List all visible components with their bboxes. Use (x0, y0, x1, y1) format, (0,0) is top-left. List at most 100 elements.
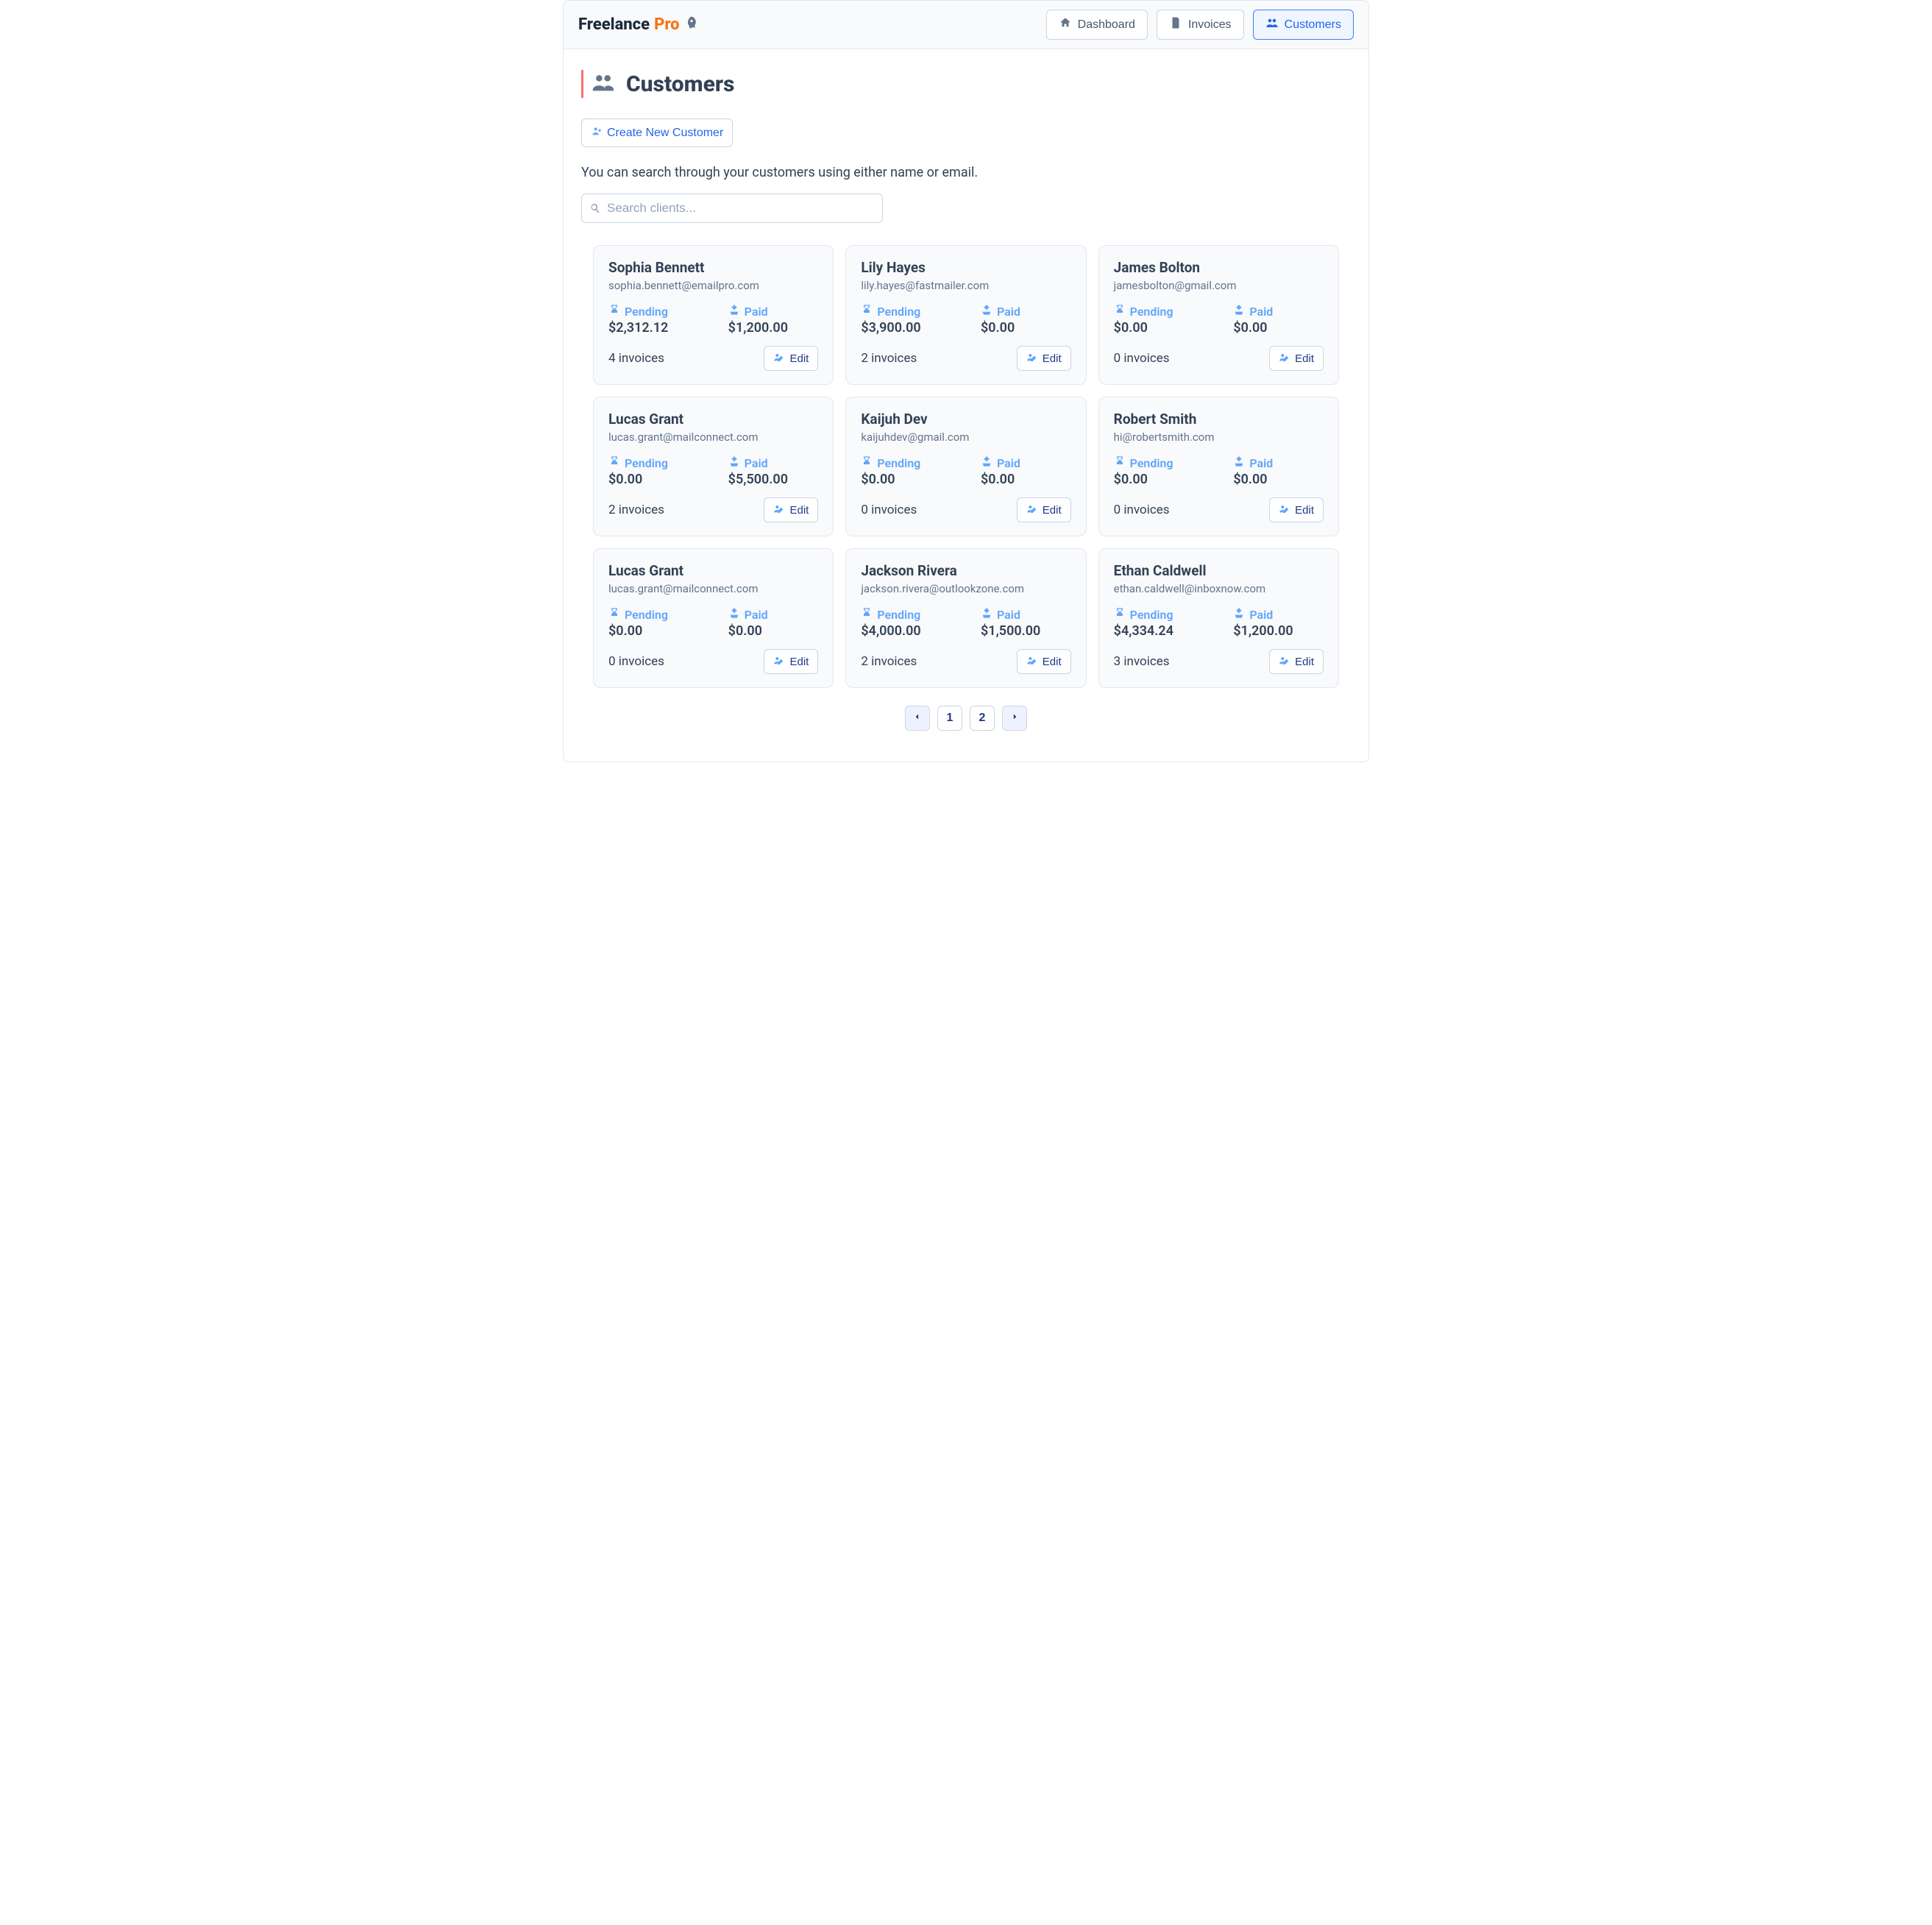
paid-stat: Paid $5,500.00 (728, 455, 819, 487)
customer-stats: Pending $0.00 Paid $0.00 (608, 607, 818, 639)
paid-label: Paid (728, 455, 819, 470)
pending-label: Pending (861, 607, 951, 622)
paid-stat: Paid $1,500.00 (981, 607, 1071, 639)
nav-buttons: Dashboard Invoices Customers (1046, 10, 1354, 40)
pending-stat: Pending $0.00 (1114, 455, 1204, 487)
help-text: You can search through your customers us… (581, 165, 1351, 180)
arrow-right-icon (1009, 712, 1020, 726)
paid-stat: Paid $0.00 (728, 607, 819, 639)
paid-label: Paid (728, 304, 819, 319)
customer-name: Robert Smith (1114, 411, 1324, 428)
invoice-count: 0 invoices (1114, 503, 1170, 517)
pending-value: $0.00 (1114, 472, 1204, 487)
pending-label: Pending (608, 607, 699, 622)
edit-label: Edit (789, 352, 809, 365)
nav-customers[interactable]: Customers (1253, 10, 1354, 40)
users-group-icon (591, 70, 616, 98)
edit-customer-button[interactable]: Edit (1017, 346, 1071, 371)
create-customer-button[interactable]: Create New Customer (581, 118, 733, 147)
customer-card: Robert Smith hi@robertsmith.com Pending … (1098, 397, 1339, 536)
paid-label: Paid (1233, 304, 1324, 319)
hand-dollar-icon (1233, 607, 1245, 622)
pending-value: $0.00 (608, 623, 699, 639)
pending-value: $0.00 (861, 472, 951, 487)
invoice-count: 0 invoices (1114, 351, 1170, 366)
nav-invoices[interactable]: Invoices (1157, 10, 1244, 40)
customer-email: lucas.grant@mailconnect.com (608, 430, 818, 444)
pending-stat: Pending $2,312.12 (608, 304, 699, 336)
edit-customer-button[interactable]: Edit (1269, 649, 1324, 674)
user-plus-icon (591, 125, 603, 141)
paid-stat: Paid $0.00 (1233, 455, 1324, 487)
paid-value: $5,500.00 (728, 472, 819, 487)
hand-dollar-icon (1233, 304, 1245, 319)
customer-email: lucas.grant@mailconnect.com (608, 582, 818, 595)
pending-label: Pending (861, 455, 951, 470)
card-footer: 0 invoices Edit (1114, 346, 1324, 371)
pending-stat: Pending $0.00 (608, 607, 699, 639)
edit-label: Edit (1043, 656, 1062, 668)
hand-dollar-icon (1233, 455, 1245, 470)
paid-value: $0.00 (728, 623, 819, 639)
search-input[interactable] (581, 194, 883, 223)
paid-value: $0.00 (981, 472, 1071, 487)
edit-label: Edit (1043, 504, 1062, 517)
hourglass-icon (1114, 607, 1126, 622)
home-icon (1059, 16, 1072, 33)
edit-customer-button[interactable]: Edit (1269, 497, 1324, 522)
pagination-page-2[interactable]: 2 (970, 706, 995, 731)
customer-stats: Pending $2,312.12 Paid $1,200.00 (608, 304, 818, 336)
brand-name: Freelance (578, 15, 650, 34)
edit-customer-button[interactable]: Edit (1017, 497, 1071, 522)
edit-customer-button[interactable]: Edit (764, 497, 818, 522)
edit-customer-button[interactable]: Edit (764, 346, 818, 371)
user-edit-icon (1026, 503, 1038, 517)
paid-stat: Paid $0.00 (981, 304, 1071, 336)
pending-label: Pending (1114, 455, 1204, 470)
pagination-prev[interactable] (905, 706, 930, 731)
pending-label: Pending (608, 455, 699, 470)
nav-dashboard[interactable]: Dashboard (1046, 10, 1148, 40)
invoice-count: 0 invoices (861, 503, 917, 517)
pagination-page-1[interactable]: 1 (937, 706, 962, 731)
hand-dollar-icon (981, 455, 992, 470)
pending-value: $0.00 (608, 472, 699, 487)
edit-customer-button[interactable]: Edit (764, 649, 818, 674)
customer-stats: Pending $0.00 Paid $5,500.00 (608, 455, 818, 487)
pagination-next[interactable] (1002, 706, 1027, 731)
paid-label: Paid (981, 607, 1071, 622)
nav-customers-label: Customers (1285, 18, 1341, 32)
edit-label: Edit (1295, 504, 1314, 517)
brand-logo: FreelancePro (578, 15, 699, 35)
customer-stats: Pending $0.00 Paid $0.00 (861, 455, 1070, 487)
pending-stat: Pending $0.00 (1114, 304, 1204, 336)
hand-dollar-icon (981, 304, 992, 319)
pending-stat: Pending $0.00 (608, 455, 699, 487)
pending-label: Pending (861, 304, 951, 319)
pending-label: Pending (1114, 607, 1204, 622)
users-icon (1265, 16, 1279, 33)
hourglass-icon (861, 304, 873, 319)
hourglass-icon (1114, 455, 1126, 470)
create-customer-label: Create New Customer (607, 127, 723, 140)
user-edit-icon (773, 351, 785, 366)
paid-label: Paid (981, 304, 1071, 319)
customer-stats: Pending $0.00 Paid $0.00 (1114, 455, 1324, 487)
customer-name: James Bolton (1114, 259, 1324, 276)
customer-email: hi@robertsmith.com (1114, 430, 1324, 444)
hourglass-icon (861, 455, 873, 470)
card-footer: 2 invoices Edit (608, 497, 818, 522)
customer-name: Jackson Rivera (861, 562, 1070, 579)
user-edit-icon (773, 654, 785, 669)
arrow-left-icon (912, 712, 923, 726)
card-footer: 2 invoices Edit (861, 649, 1070, 674)
main-content: Customers Create New Customer You can se… (564, 49, 1368, 762)
hourglass-icon (608, 455, 620, 470)
card-footer: 0 invoices Edit (861, 497, 1070, 522)
edit-customer-button[interactable]: Edit (1269, 346, 1324, 371)
page-title-wrap: Customers (581, 70, 1351, 98)
customer-name: Kaijuh Dev (861, 411, 1070, 428)
brand-suffix: Pro (654, 15, 680, 34)
edit-customer-button[interactable]: Edit (1017, 649, 1071, 674)
navbar: FreelancePro Dashboard Invoices (564, 1, 1368, 49)
